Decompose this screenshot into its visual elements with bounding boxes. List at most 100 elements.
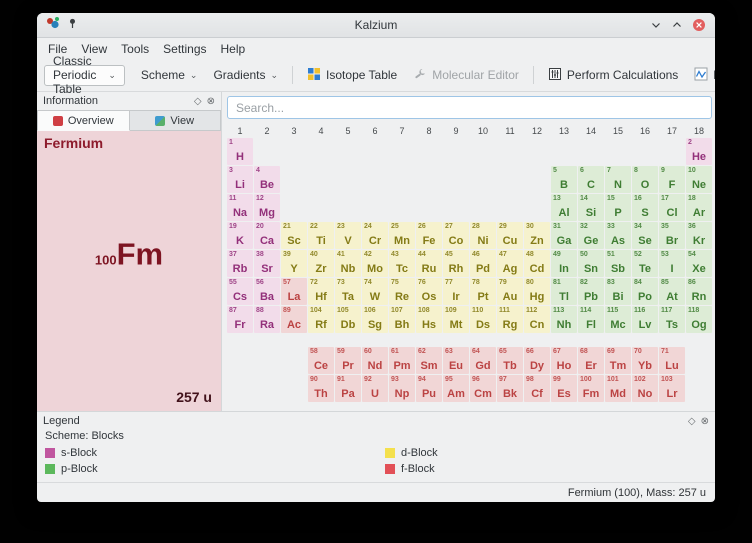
float-panel-icon[interactable]: ◇ (194, 96, 202, 107)
element-cell-rn[interactable]: 86Rn (686, 278, 712, 305)
element-cell-hg[interactable]: 80Hg (524, 278, 550, 305)
element-cell-mt[interactable]: 109Mt (443, 306, 469, 333)
close-panel-icon[interactable]: ⊗ (701, 416, 709, 427)
element-cell-cn[interactable]: 112Cn (524, 306, 550, 333)
element-cell-ts[interactable]: 117Ts (659, 306, 685, 333)
element-cell-pd[interactable]: 46Pd (470, 250, 496, 277)
plot-data-button[interactable]: Plot Data (687, 64, 715, 87)
element-cell-np[interactable]: 93Np (389, 375, 415, 402)
element-cell-v[interactable]: 23V (335, 222, 361, 249)
close-panel-icon[interactable]: ⊗ (207, 96, 215, 107)
element-cell-sg[interactable]: 106Sg (362, 306, 388, 333)
element-cell-tb[interactable]: 65Tb (497, 347, 523, 374)
element-cell-sb[interactable]: 51Sb (605, 250, 631, 277)
element-cell-i[interactable]: 53I (659, 250, 685, 277)
menu-tools[interactable]: Tools (114, 40, 156, 58)
search-input[interactable] (227, 96, 712, 119)
tab-overview[interactable]: Overview (37, 110, 130, 131)
element-cell-au[interactable]: 79Au (497, 278, 523, 305)
element-cell-ni[interactable]: 28Ni (470, 222, 496, 249)
element-cell-ge[interactable]: 32Ge (578, 222, 604, 249)
element-cell-hs[interactable]: 108Hs (416, 306, 442, 333)
element-cell-cl[interactable]: 17Cl (659, 194, 685, 221)
element-cell-ag[interactable]: 47Ag (497, 250, 523, 277)
element-cell-sm[interactable]: 62Sm (416, 347, 442, 374)
element-cell-la[interactable]: 57La (281, 278, 307, 305)
element-cell-be[interactable]: 4Be (254, 166, 280, 193)
element-cell-te[interactable]: 52Te (632, 250, 658, 277)
element-cell-bh[interactable]: 107Bh (389, 306, 415, 333)
element-cell-h[interactable]: 1H (227, 138, 253, 165)
element-cell-sr[interactable]: 38Sr (254, 250, 280, 277)
element-cell-nd[interactable]: 60Nd (362, 347, 388, 374)
element-cell-ne[interactable]: 10Ne (686, 166, 712, 193)
element-cell-f[interactable]: 9F (659, 166, 685, 193)
element-cell-in[interactable]: 49In (551, 250, 577, 277)
element-cell-no[interactable]: 102No (632, 375, 658, 402)
element-cell-tm[interactable]: 69Tm (605, 347, 631, 374)
element-cell-lr[interactable]: 103Lr (659, 375, 685, 402)
element-cell-mc[interactable]: 115Mc (605, 306, 631, 333)
element-cell-pt[interactable]: 78Pt (470, 278, 496, 305)
element-cell-p[interactable]: 15P (605, 194, 631, 221)
element-cell-fe[interactable]: 26Fe (416, 222, 442, 249)
element-cell-kr[interactable]: 36Kr (686, 222, 712, 249)
element-cell-al[interactable]: 13Al (551, 194, 577, 221)
element-cell-cd[interactable]: 48Cd (524, 250, 550, 277)
element-cell-at[interactable]: 85At (659, 278, 685, 305)
element-cell-ti[interactable]: 22Ti (308, 222, 334, 249)
element-cell-cf[interactable]: 98Cf (524, 375, 550, 402)
element-cell-os[interactable]: 76Os (416, 278, 442, 305)
element-cell-eu[interactable]: 63Eu (443, 347, 469, 374)
scheme-button[interactable]: Scheme ⌄ (134, 65, 205, 85)
element-cell-ga[interactable]: 31Ga (551, 222, 577, 249)
element-cell-y[interactable]: 39Y (281, 250, 307, 277)
element-cell-bk[interactable]: 97Bk (497, 375, 523, 402)
element-cell-pr[interactable]: 59Pr (335, 347, 361, 374)
element-cell-rg[interactable]: 111Rg (497, 306, 523, 333)
element-cell-th[interactable]: 90Th (308, 375, 334, 402)
element-cell-am[interactable]: 95Am (443, 375, 469, 402)
element-cell-o[interactable]: 8O (632, 166, 658, 193)
legend-panel-header[interactable]: Legend ◇ ⊗ (37, 412, 715, 430)
element-overview[interactable]: Fermium 100Fm 257 u (37, 131, 221, 411)
element-cell-ir[interactable]: 77Ir (443, 278, 469, 305)
element-cell-bi[interactable]: 83Bi (605, 278, 631, 305)
element-cell-mg[interactable]: 12Mg (254, 194, 280, 221)
close-button[interactable] (692, 18, 706, 32)
element-cell-co[interactable]: 27Co (443, 222, 469, 249)
element-cell-k[interactable]: 19K (227, 222, 253, 249)
element-cell-og[interactable]: 118Og (686, 306, 712, 333)
element-cell-he[interactable]: 2He (686, 138, 712, 165)
element-cell-w[interactable]: 74W (362, 278, 388, 305)
element-cell-s[interactable]: 16S (632, 194, 658, 221)
perform-calculations-button[interactable]: Perform Calculations (541, 64, 685, 87)
table-type-select[interactable]: Classic Periodic Table ⌄ (44, 65, 125, 86)
element-cell-er[interactable]: 68Er (578, 347, 604, 374)
element-cell-ho[interactable]: 67Ho (551, 347, 577, 374)
element-cell-tc[interactable]: 43Tc (389, 250, 415, 277)
element-cell-na[interactable]: 11Na (227, 194, 253, 221)
element-cell-xe[interactable]: 54Xe (686, 250, 712, 277)
float-panel-icon[interactable]: ◇ (688, 416, 696, 427)
element-cell-nh[interactable]: 113Nh (551, 306, 577, 333)
element-cell-ds[interactable]: 110Ds (470, 306, 496, 333)
element-cell-u[interactable]: 92U (362, 375, 388, 402)
element-cell-br[interactable]: 35Br (659, 222, 685, 249)
element-cell-rb[interactable]: 37Rb (227, 250, 253, 277)
menu-settings[interactable]: Settings (156, 40, 213, 58)
pin-icon[interactable] (67, 16, 78, 34)
element-cell-ca[interactable]: 20Ca (254, 222, 280, 249)
element-cell-ce[interactable]: 58Ce (308, 347, 334, 374)
element-cell-gd[interactable]: 64Gd (470, 347, 496, 374)
element-cell-cr[interactable]: 24Cr (362, 222, 388, 249)
element-cell-ru[interactable]: 44Ru (416, 250, 442, 277)
maximize-button[interactable] (671, 19, 683, 31)
element-cell-mo[interactable]: 42Mo (362, 250, 388, 277)
element-cell-cs[interactable]: 55Cs (227, 278, 253, 305)
element-cell-lv[interactable]: 116Lv (632, 306, 658, 333)
element-cell-c[interactable]: 6C (578, 166, 604, 193)
element-cell-db[interactable]: 105Db (335, 306, 361, 333)
element-cell-si[interactable]: 14Si (578, 194, 604, 221)
tab-view[interactable]: View (130, 110, 222, 131)
